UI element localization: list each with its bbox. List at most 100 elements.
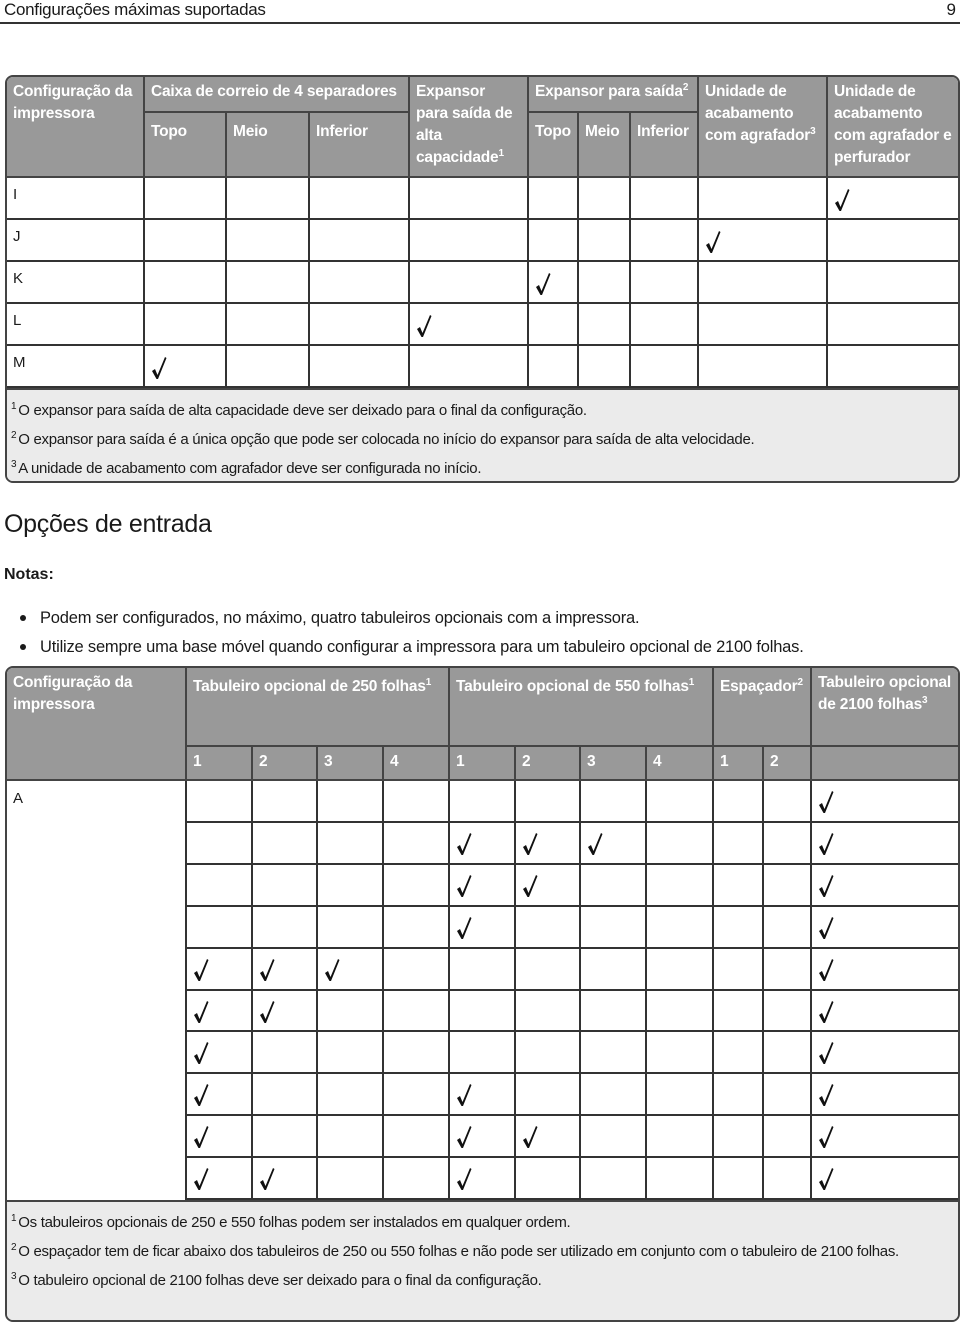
footnote-num: 2 (11, 1242, 17, 1253)
check-mark-icon (818, 1041, 834, 1065)
row-label-cell: I (7, 178, 145, 220)
header-mailbox-group: Caixa de correio de 4 separadores (145, 77, 410, 113)
check-mark-icon (259, 1167, 275, 1191)
section-title: Opções de entrada (4, 510, 212, 538)
table-cell (714, 907, 764, 949)
table-cell (384, 865, 450, 907)
table-cell (187, 1158, 253, 1200)
footnote-1: 1 Os tabuleiros opcionais de 250 e 550 fo… (7, 1212, 958, 1234)
footnote-text: A unidade de acabamento com agrafador de… (18, 460, 482, 477)
table-cell (410, 346, 529, 388)
check-mark-icon (193, 1167, 209, 1191)
table-cell (318, 949, 384, 991)
subheader-position: 3 (318, 747, 384, 781)
table-cell (310, 262, 410, 304)
table-cell (714, 1032, 764, 1074)
table-cell (714, 781, 764, 823)
table-cell (647, 949, 714, 991)
check-mark-icon (193, 1125, 209, 1149)
check-mark-icon (818, 790, 834, 814)
table-cell (828, 178, 958, 220)
table-cell (384, 1074, 450, 1116)
input-table-footnotes: 1 Os tabuleiros opcionais de 250 e 550 fo… (7, 1200, 958, 1320)
table-cell (764, 949, 812, 991)
table-cell (579, 346, 631, 388)
table-cell (764, 865, 812, 907)
table-cell (384, 1158, 450, 1200)
table-cell (450, 991, 516, 1032)
table-cell (828, 220, 958, 262)
header-stapler-punch: Unidade de acabamento com agrafador e pe… (828, 77, 958, 178)
table-cell (410, 262, 529, 304)
table-cell (516, 1074, 581, 1116)
table-cell (631, 304, 699, 346)
footnote-3: 3A unidade de acabamento com agrafador d… (7, 458, 958, 480)
table-cell (812, 949, 958, 991)
subheader-text: 3 (587, 753, 596, 770)
table-cell (647, 1158, 714, 1200)
notes-list: Podem ser configurados, no máximo, quatr… (18, 604, 804, 662)
table-cell (384, 949, 450, 991)
row-label: I (13, 186, 18, 203)
table-cell (187, 949, 253, 991)
check-mark-icon (456, 916, 472, 940)
table-cell (410, 178, 529, 220)
check-mark-icon (259, 1000, 275, 1024)
table-cell (579, 178, 631, 220)
table-cell (187, 865, 253, 907)
table-cell (714, 1074, 764, 1116)
table-cell (812, 1032, 958, 1074)
table-cell (529, 220, 579, 262)
table-cell (812, 991, 958, 1032)
table-cell (764, 781, 812, 823)
table-cell (699, 262, 828, 304)
table-cell (714, 1116, 764, 1158)
table-cell (699, 304, 828, 346)
footnote-ref: 1 (425, 676, 432, 688)
header-mailbox-bottom: Inferior (310, 113, 410, 178)
table-cell (764, 1116, 812, 1158)
table-cell (253, 1158, 318, 1200)
subheader-position: 4 (647, 747, 714, 781)
table-cell (145, 304, 227, 346)
table-cell (647, 781, 714, 823)
row-label-cell: L (7, 304, 145, 346)
table-cell (579, 262, 631, 304)
footnote-text: Os tabuleiros opcionais de 250 e 550 fol… (18, 1214, 571, 1231)
footnote-ref: 2 (682, 81, 689, 93)
footnote-num: 3 (11, 1271, 17, 1282)
footnote-num: 3 (11, 459, 17, 470)
table-cell (253, 1074, 318, 1116)
header-spacer-text: Espaçador (720, 678, 798, 695)
table-cell (145, 346, 227, 388)
header-config: Configuração da impressora (7, 668, 187, 781)
check-mark-icon (456, 1167, 472, 1191)
check-mark-icon (193, 1083, 209, 1107)
table-cell (581, 1032, 647, 1074)
table-cell (581, 1116, 647, 1158)
table-cell (812, 781, 958, 823)
header-config-text: Configuração da impressora (13, 674, 133, 713)
check-mark-icon (522, 874, 538, 898)
table-cell (631, 262, 699, 304)
check-mark-icon (818, 832, 834, 856)
check-mark-icon (193, 1041, 209, 1065)
table-cell (714, 949, 764, 991)
table-cell (581, 949, 647, 991)
table-cell (579, 304, 631, 346)
table-cell (318, 1074, 384, 1116)
table-cell (318, 823, 384, 865)
header-expander-bottom: Inferior (631, 113, 699, 178)
header-expander-middle: Meio (579, 113, 631, 178)
footnote-2: 2O espaçador tem de ficar abaixo dos tab… (7, 1241, 958, 1263)
header-stapler-punch-text: Unidade de acabamento com agrafador e pe… (834, 83, 952, 166)
table-cell (384, 1032, 450, 1074)
check-mark-icon (818, 1083, 834, 1107)
footnote-num: 2 (11, 430, 17, 441)
check-mark-icon (193, 958, 209, 982)
table-cell (450, 907, 516, 949)
table-cell (647, 907, 714, 949)
footnote-text: O espaçador tem de ficar abaixo dos tabu… (18, 1243, 899, 1260)
table-cell (310, 346, 410, 388)
check-mark-icon (324, 958, 340, 982)
